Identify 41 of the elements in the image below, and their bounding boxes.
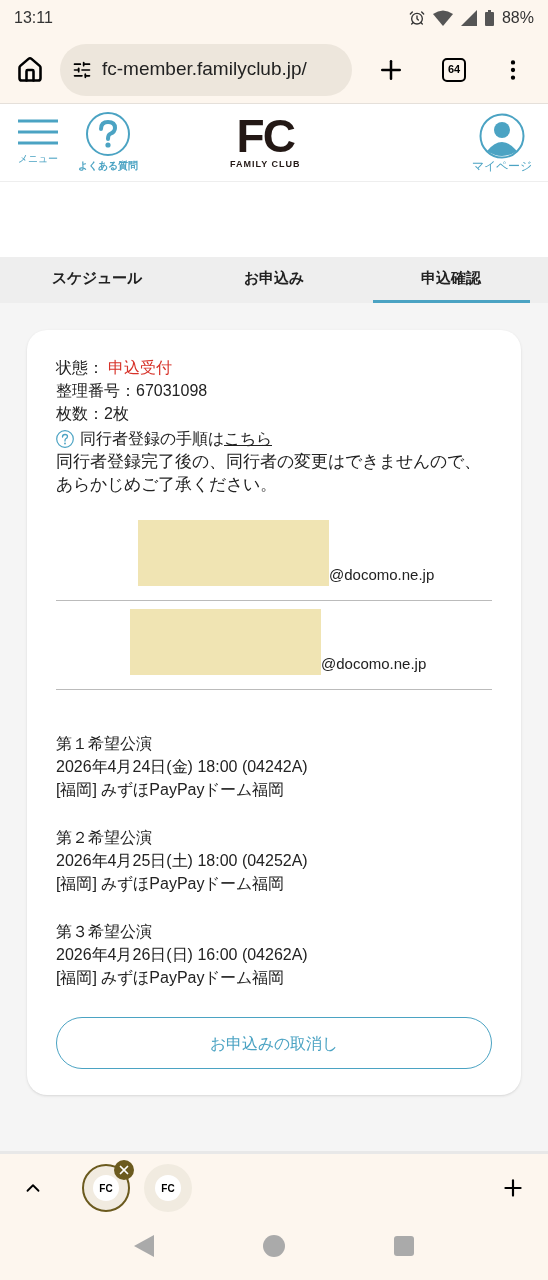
performance-title: 第３希望公演 (56, 922, 153, 942)
hamburger-icon (18, 119, 58, 145)
performance-title: 第２希望公演 (56, 828, 153, 848)
performance-datetime: 2026年4月24日(金) 18:00 (04242A) (56, 757, 309, 777)
performance-venue: [福岡] みずほPayPayドーム福岡 (56, 968, 286, 988)
alarm-icon (408, 10, 425, 26)
address-bar[interactable]: fc-member.familyclub.jp/ (60, 43, 352, 96)
battery-percent: 88% (501, 8, 534, 28)
family-club-logo[interactable]: FC FAMILY CLUB (230, 113, 301, 172)
status-value: 申込受付 (108, 358, 172, 378)
user-avatar-icon (479, 112, 525, 159)
ticket-count: 枚数：2枚 (56, 404, 130, 424)
tab[interactable]: 申込確認 (372, 257, 530, 303)
performance-venue: [福岡] みずほPayPayドーム福岡 (56, 874, 286, 894)
email-domain: @docomo.ne.jp (329, 565, 435, 585)
battery-icon (484, 10, 494, 26)
performance-venue: [福岡] みずほPayPayドーム福岡 (56, 780, 286, 800)
signal-icon (460, 10, 477, 26)
tab-thumbnail[interactable]: FC (144, 1164, 192, 1212)
help-text: 同行者登録の手順は (80, 429, 224, 449)
site-favicon: FC (155, 1175, 181, 1201)
site-settings-icon[interactable] (72, 59, 92, 80)
wifi-icon (432, 10, 453, 26)
reference-number: 整理番号：67031098 (56, 381, 209, 401)
tab[interactable]: スケジュール (18, 257, 176, 303)
help-link[interactable]: こちら (224, 427, 272, 450)
performance-datetime: 2026年4月26日(日) 16:00 (04262A) (56, 945, 309, 965)
close-icon[interactable] (114, 1160, 134, 1180)
email-domain: @docomo.ne.jp (321, 654, 427, 674)
performance-datetime: 2026年4月25日(土) 18:00 (04252A) (56, 851, 309, 871)
notice-text: 同行者登録完了後の、同行者の変更はできませんので、あらかじめご了承ください。 (56, 451, 482, 496)
performance-title: 第１希望公演 (56, 734, 153, 754)
site-favicon: FC (93, 1175, 119, 1201)
help-icon (56, 429, 74, 448)
home-icon[interactable] (16, 55, 44, 84)
status-label: 状態： (56, 358, 104, 378)
tab-count-button[interactable]: 64 (442, 57, 466, 82)
clock-time: 13:11 (14, 8, 53, 28)
question-icon (86, 112, 130, 156)
url-text: fc-member.familyclub.jp/ (102, 57, 307, 82)
tab[interactable]: お申込み (195, 257, 353, 303)
